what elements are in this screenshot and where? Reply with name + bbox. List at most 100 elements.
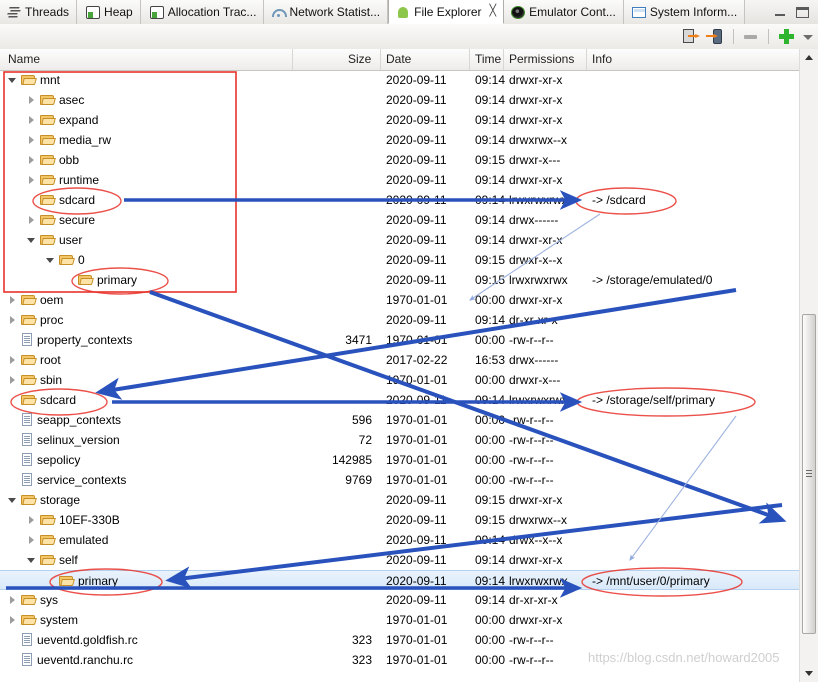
table-row[interactable]: media_rw 2020-09-11 09:14 drwxrwx--x	[0, 130, 800, 150]
file-name-cell[interactable]: mnt	[8, 73, 60, 87]
chevron-right-icon[interactable]	[27, 216, 36, 225]
tab-emulator-control[interactable]: Emulator Cont...	[504, 0, 624, 24]
chevron-down-icon[interactable]	[27, 556, 36, 565]
chevron-right-icon[interactable]	[27, 136, 36, 145]
file-name-cell[interactable]: primary	[65, 273, 137, 287]
scroll-down-icon[interactable]	[800, 665, 818, 682]
file-name-cell[interactable]: ueventd.goldfish.rc	[8, 633, 138, 647]
chevron-right-icon[interactable]	[8, 596, 17, 605]
table-row[interactable]: obb 2020-09-11 09:15 drwxr-x---	[0, 150, 800, 170]
file-name-cell[interactable]: system	[8, 613, 78, 627]
column-header-name[interactable]: Name	[8, 52, 40, 66]
file-name-cell[interactable]: emulated	[27, 533, 108, 547]
file-name-cell[interactable]: sbin	[8, 373, 62, 387]
table-row[interactable]: selinux_version 72 1970-01-01 00:00 -rw-r--r…	[0, 430, 800, 450]
vertical-scrollbar[interactable]	[799, 49, 818, 682]
table-row[interactable]: service_contexts 9769 1970-01-01 00:00 -rw-r…	[0, 470, 800, 490]
scroll-up-icon[interactable]	[800, 49, 818, 66]
file-name-cell[interactable]: 0	[46, 253, 85, 267]
table-row[interactable]: seapp_contexts 596 1970-01-01 00:00 -rw-r--r…	[0, 410, 800, 430]
table-row[interactable]: asec 2020-09-11 09:14 drwxr-xr-x	[0, 90, 800, 110]
column-header-date[interactable]: Date	[386, 52, 411, 66]
table-row[interactable]: 0 2020-09-11 09:15 drwxr-x--x	[0, 250, 800, 270]
tab-file-explorer[interactable]: File Explorer ╳	[388, 0, 505, 24]
table-row[interactable]: user 2020-09-11 09:14 drwxr-xr-x	[0, 230, 800, 250]
table-row[interactable]: self 2020-09-11 09:14 drwxr-xr-x	[0, 550, 800, 570]
column-divider[interactable]	[469, 49, 470, 70]
table-row[interactable]: runtime 2020-09-11 09:14 drwxr-xr-x	[0, 170, 800, 190]
chevron-right-icon[interactable]	[27, 96, 36, 105]
maximize-icon[interactable]	[796, 6, 809, 18]
column-divider[interactable]	[503, 49, 504, 70]
table-row[interactable]: sepolicy 142985 1970-01-01 00:00 -rw-r--r--	[0, 450, 800, 470]
tab-network-statistics[interactable]: Network Statist...	[264, 0, 389, 24]
file-name-cell[interactable]: runtime	[27, 173, 99, 187]
delete-button[interactable]	[740, 26, 762, 47]
pull-file-button[interactable]	[681, 26, 703, 47]
column-header-permissions[interactable]: Permissions	[509, 52, 574, 66]
table-row[interactable]: sdcard 2020-09-11 09:14 lrwxrwxrwx -> /stora…	[0, 390, 800, 410]
chevron-right-icon[interactable]	[27, 116, 36, 125]
file-name-cell[interactable]: expand	[27, 113, 98, 127]
table-row[interactable]: ueventd.goldfish.rc 323 1970-01-01 00:00 -rw…	[0, 630, 800, 650]
table-row[interactable]: primary 2020-09-11 09:14 lrwxrwxrwx -> /mnt/…	[0, 570, 800, 590]
table-row[interactable]: proc 2020-09-11 09:14 dr-xr-xr-x	[0, 310, 800, 330]
chevron-down-icon[interactable]	[8, 76, 17, 85]
table-row[interactable]: 10EF-330B 2020-09-11 09:15 drwxrwx--x	[0, 510, 800, 530]
table-row[interactable]: sys 2020-09-11 09:14 dr-xr-xr-x	[0, 590, 800, 610]
file-name-cell[interactable]: media_rw	[27, 133, 111, 147]
chevron-down-icon[interactable]	[46, 256, 55, 265]
table-row[interactable]: secure 2020-09-11 09:14 drwx------	[0, 210, 800, 230]
chevron-right-icon[interactable]	[8, 616, 17, 625]
chevron-down-icon[interactable]	[8, 496, 17, 505]
table-row[interactable]: property_contexts 3471 1970-01-01 00:00 -rw-…	[0, 330, 800, 350]
chevron-right-icon[interactable]	[8, 316, 17, 325]
chevron-right-icon[interactable]	[27, 156, 36, 165]
file-name-cell[interactable]: secure	[27, 213, 95, 227]
file-name-cell[interactable]: service_contexts	[8, 473, 126, 487]
view-menu-button[interactable]	[799, 26, 817, 47]
file-name-cell[interactable]: proc	[8, 313, 63, 327]
chevron-right-icon[interactable]	[27, 516, 36, 525]
close-icon[interactable]: ╳	[490, 6, 497, 17]
tab-system-information[interactable]: System Inform...	[623, 0, 746, 24]
file-name-cell[interactable]: sdcard	[8, 393, 76, 407]
file-name-cell[interactable]: self	[27, 553, 78, 567]
file-name-cell[interactable]: storage	[8, 493, 80, 507]
table-row[interactable]: oem 1970-01-01 00:00 drwxr-xr-x	[0, 290, 800, 310]
table-row[interactable]: sdcard 2020-09-11 09:14 lrwxrwxrwx -> /sdcar…	[0, 190, 800, 210]
table-row[interactable]: root 2017-02-22 16:53 drwx------	[0, 350, 800, 370]
file-name-cell[interactable]: user	[27, 233, 82, 247]
column-header-time[interactable]: Time	[475, 52, 501, 66]
file-name-cell[interactable]: selinux_version	[8, 433, 120, 447]
column-divider[interactable]	[292, 49, 293, 70]
file-name-cell[interactable]: sys	[8, 593, 58, 607]
table-row[interactable]: expand 2020-09-11 09:14 drwxr-xr-x	[0, 110, 800, 130]
file-name-cell[interactable]: asec	[27, 93, 84, 107]
column-divider[interactable]	[586, 49, 587, 70]
table-row[interactable]: system 1970-01-01 00:00 drwxr-xr-x	[0, 610, 800, 630]
table-row[interactable]: mnt 2020-09-11 09:14 drwxr-xr-x	[0, 70, 800, 90]
file-name-cell[interactable]: sdcard	[27, 193, 95, 207]
column-header-info[interactable]: Info	[592, 52, 612, 66]
file-name-cell[interactable]: sepolicy	[8, 453, 80, 467]
chevron-right-icon[interactable]	[8, 356, 17, 365]
file-name-cell[interactable]: root	[8, 353, 61, 367]
chevron-right-icon[interactable]	[27, 536, 36, 545]
file-name-cell[interactable]: seapp_contexts	[8, 413, 121, 427]
file-name-cell[interactable]: 10EF-330B	[27, 513, 120, 527]
file-name-cell[interactable]: ueventd.ranchu.rc	[8, 653, 133, 667]
file-name-cell[interactable]: property_contexts	[8, 333, 132, 347]
file-name-cell[interactable]: primary	[46, 574, 118, 588]
tab-threads[interactable]: Threads	[0, 0, 78, 24]
column-header-size[interactable]: Size	[348, 52, 371, 66]
minimize-icon[interactable]	[774, 7, 787, 18]
push-file-button[interactable]	[705, 26, 727, 47]
table-row[interactable]: primary 2020-09-11 09:15 lrwxrwxrwx -> /stor…	[0, 270, 800, 290]
chevron-right-icon[interactable]	[8, 296, 17, 305]
table-row[interactable]: emulated 2020-09-11 09:14 drwx--x--x	[0, 530, 800, 550]
file-name-cell[interactable]: obb	[27, 153, 79, 167]
table-row[interactable]: sbin 1970-01-01 00:00 drwxr-x---	[0, 370, 800, 390]
tab-allocation-tracker[interactable]: Allocation Trac...	[140, 0, 265, 24]
tab-heap[interactable]: Heap	[77, 0, 141, 24]
